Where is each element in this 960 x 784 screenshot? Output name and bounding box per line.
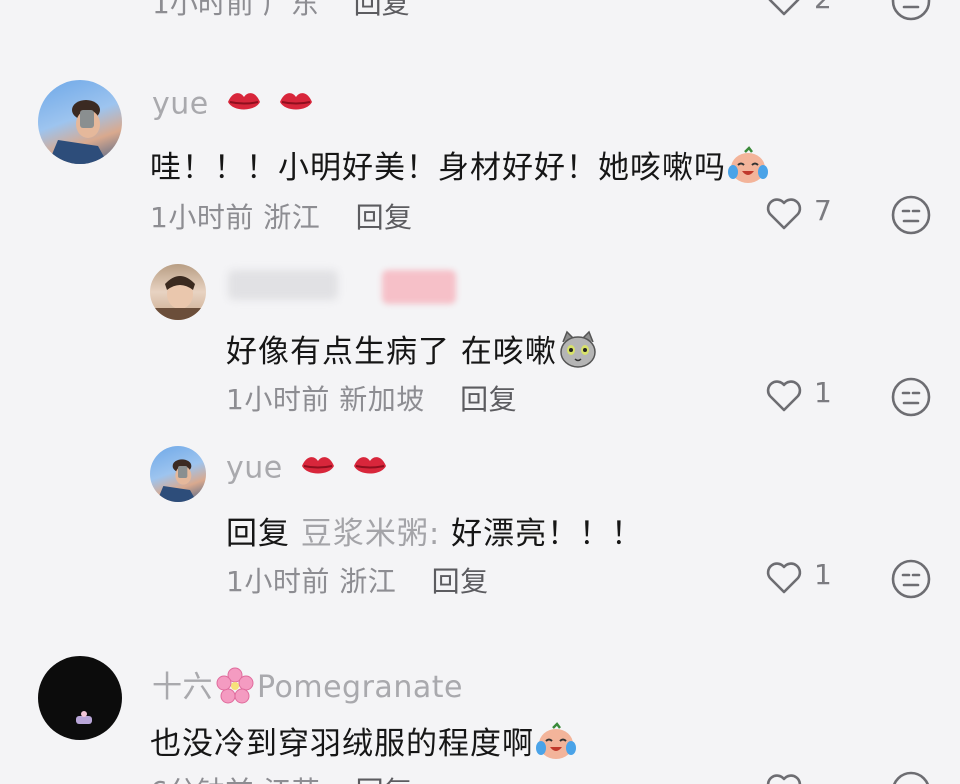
reply-button[interactable]: 回复 [354,0,410,20]
avatar[interactable] [150,264,206,320]
kiss-lips-icon [299,450,337,488]
reply-button[interactable]: 回复 [460,383,517,416]
dislike-face-icon[interactable] [890,558,932,600]
username[interactable]: yue [226,450,389,488]
blurred-username [228,270,338,300]
like-count: 1 [814,376,832,409]
reply-button[interactable]: 回复 [356,201,413,234]
avatar[interactable] [38,80,122,164]
reply-button[interactable]: 回复 [356,775,413,784]
dislike-face-icon[interactable] [890,0,932,22]
reply-button[interactable]: 回复 [432,565,489,598]
comment-text: 回复 豆浆米粥: 好漂亮！！！ [226,516,644,552]
heart-icon[interactable] [764,376,804,416]
username[interactable]: 十六 Pomegranate [152,662,463,712]
dislike-face-icon[interactable] [890,376,932,418]
comment-meta: 1小时前 新加坡 回复 [226,383,518,416]
heart-icon[interactable] [764,0,804,20]
crying-laughing-icon [726,145,770,194]
heart-icon[interactable] [764,194,804,234]
comment-text: 哇！！！小明好美！身材好好！她咳嗽吗 [150,142,770,194]
comment-meta: 1小时前 广东 回复 [152,0,410,22]
comment-text: 也没冷到穿羽绒服的程度啊 [150,718,578,770]
reply-target[interactable]: 豆浆米粥: [301,516,440,552]
kiss-lips-icon [351,450,389,488]
like-count: 7 [814,194,832,227]
heart-icon[interactable] [764,558,804,598]
cat-face-icon [557,330,599,378]
kiss-lips-icon [225,86,263,124]
blurred-badge [382,270,456,304]
like-count: 2 [814,0,832,15]
comment-meta: 6分钟前 江苏 回复 [150,770,413,784]
avatar[interactable] [38,656,122,740]
username[interactable]: yue [152,86,315,124]
kiss-lips-icon [277,86,315,124]
like-count: 1 [814,558,832,591]
cherry-blossom-icon [215,666,255,712]
dislike-face-icon[interactable] [890,194,932,236]
comment-meta: 1小时前 浙江 回复 [150,201,413,234]
comment-top-partial: 1小时前 广东 回复 2 [0,0,960,30]
dislike-face-icon[interactable] [890,770,932,784]
comment-meta: 1小时前 浙江 回复 [226,565,489,598]
crying-laughing-icon [534,721,578,770]
heart-icon[interactable] [764,770,804,784]
comment-text: 好像有点生病了 在咳嗽 [226,326,599,378]
avatar[interactable] [150,446,206,502]
